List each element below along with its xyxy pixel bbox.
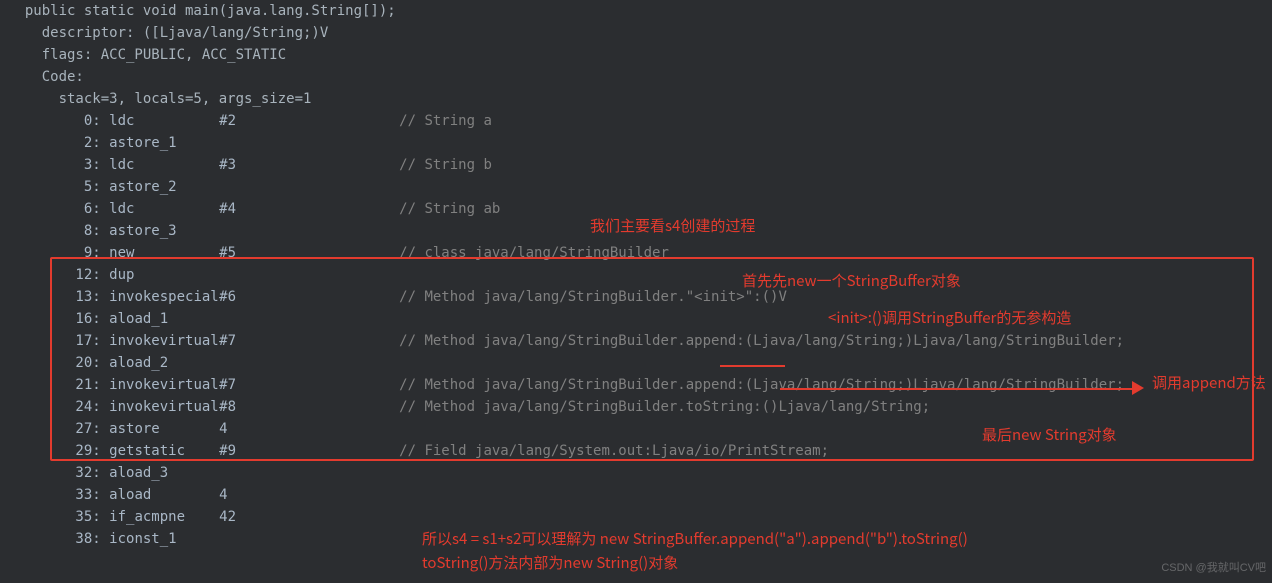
annot-init: <init>:()调用StringBuffer的无参构造 [828, 307, 1071, 329]
bytecode-dump: public static void main(java.lang.String… [0, 0, 1272, 550]
annot-new: 首先先new一个StringBuffer对象 [742, 270, 961, 292]
annot-header: 我们主要看s4创建的过程 [590, 215, 755, 237]
screenshot-root: { "code": { "l01": " public static void … [0, 0, 1272, 583]
watermark: CSDN @我就叫CV吧 [1161, 557, 1266, 579]
annot-tostring: 最后new String对象 [982, 424, 1117, 446]
annot-summary2: toString()方法内部为new String()对象 [422, 552, 678, 574]
annot-append: 调用append方法 [1152, 372, 1266, 394]
annot-summary1: 所以s4 = s1+s2可以理解为 new StringBuffer.appen… [422, 528, 968, 550]
